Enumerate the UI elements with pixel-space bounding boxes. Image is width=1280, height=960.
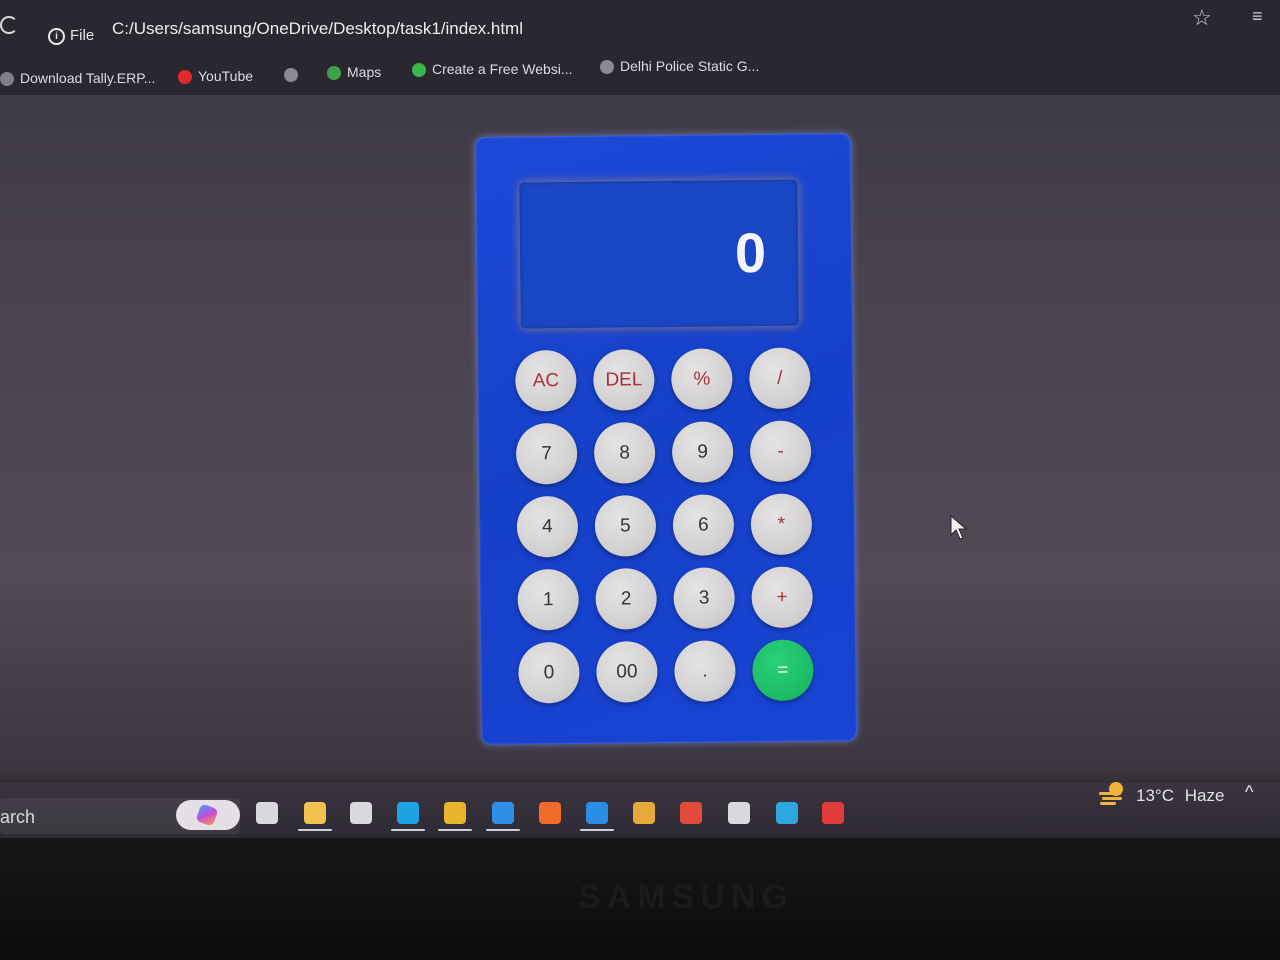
edge-icon[interactable]: [397, 802, 419, 824]
key-7[interactable]: -: [749, 420, 812, 483]
bookmark-item[interactable]: YouTube: [178, 68, 254, 85]
reload-icon[interactable]: [0, 16, 18, 34]
maps-icon: [327, 66, 341, 81]
key-17[interactable]: 00: [596, 641, 658, 703]
key-0[interactable]: AC: [515, 349, 577, 412]
mouse-cursor-icon: [950, 515, 968, 540]
key-3[interactable]: /: [749, 347, 811, 410]
bookmark-label: Delhi Police Static G...: [620, 58, 760, 74]
running-indicator: [298, 829, 332, 831]
firefox-icon[interactable]: [539, 802, 561, 824]
youtube-icon: [178, 70, 192, 85]
bookmark-item[interactable]: Delhi Police Static G...: [600, 58, 760, 75]
calculator-display: 0: [519, 179, 799, 329]
monitor-brand-logo: SAMSUNG: [578, 878, 794, 916]
telegram-icon[interactable]: [776, 802, 798, 824]
bookmark-item[interactable]: Maps: [327, 64, 382, 81]
calculator: 0 AC DEL%/7 8 9-4 5 6 * 1 2 3 +0 00. =: [474, 133, 858, 745]
key-8[interactable]: 4: [516, 495, 579, 558]
key-5[interactable]: 8: [593, 422, 656, 484]
3d-box-icon[interactable]: [633, 802, 655, 824]
haze-weather-icon: [1099, 782, 1123, 805]
display-value: 0: [734, 220, 767, 285]
info-icon[interactable]: i: [48, 28, 65, 45]
key-13[interactable]: 2: [595, 568, 657, 630]
bookmark-label: YouTube: [198, 68, 254, 84]
key-6[interactable]: 9: [671, 421, 734, 483]
bookmark-item[interactable]: Download Tally.ERP...: [0, 70, 156, 87]
key-10[interactable]: 6: [672, 494, 735, 556]
star-icon[interactable]: ☆: [1192, 5, 1212, 31]
key-19[interactable]: =: [752, 639, 814, 702]
weather-text[interactable]: 13°C Haze: [1136, 786, 1224, 806]
globe-icon: [284, 68, 298, 83]
key-12[interactable]: 1: [517, 568, 579, 631]
running-indicator: [486, 829, 520, 831]
store-icon[interactable]: [350, 802, 372, 824]
address-bar[interactable]: C:/Users/samsung/OneDrive/Desktop/task1/…: [112, 19, 523, 39]
vscode-icon[interactable]: [586, 802, 608, 824]
weather-condition: Haze: [1184, 786, 1225, 805]
key-4[interactable]: 7: [515, 422, 578, 485]
search-text: arch: [0, 807, 36, 827]
chrome-icon[interactable]: [444, 802, 466, 824]
key-2[interactable]: %: [671, 348, 733, 410]
mail-icon[interactable]: [492, 802, 514, 824]
bookmark-item[interactable]: [284, 66, 304, 83]
chevron-up-icon[interactable]: ^: [1245, 782, 1253, 803]
bookmark-label: Create a Free Websi...: [432, 61, 573, 77]
tiles-app-icon[interactable]: [680, 802, 702, 824]
task-view-icon[interactable]: [256, 802, 278, 824]
globe-icon: [0, 72, 14, 87]
bookmark-label: Maps: [347, 64, 382, 80]
globe-icon: [600, 60, 614, 75]
adobe-icon[interactable]: [822, 802, 844, 824]
running-indicator: [438, 829, 472, 831]
key-15[interactable]: +: [751, 566, 813, 629]
key-14[interactable]: 3: [673, 567, 735, 629]
key-9[interactable]: 5: [594, 495, 657, 557]
key-1[interactable]: DEL: [593, 349, 655, 411]
file-explorer-icon[interactable]: [304, 802, 326, 824]
document-app-icon[interactable]: [728, 802, 750, 824]
running-indicator: [391, 829, 425, 831]
key-18[interactable]: .: [674, 640, 736, 702]
reading-list-icon[interactable]: ≡: [1252, 6, 1263, 27]
bookmark-item[interactable]: Create a Free Websi...: [412, 61, 573, 78]
weather-temp: 13°C: [1136, 786, 1174, 805]
wix-icon: [412, 63, 426, 78]
bookmark-label: Download Tally.ERP...: [20, 70, 156, 86]
key-16[interactable]: 0: [518, 641, 580, 704]
file-label: File: [70, 27, 95, 44]
key-11[interactable]: *: [750, 493, 813, 556]
running-indicator: [580, 829, 614, 831]
